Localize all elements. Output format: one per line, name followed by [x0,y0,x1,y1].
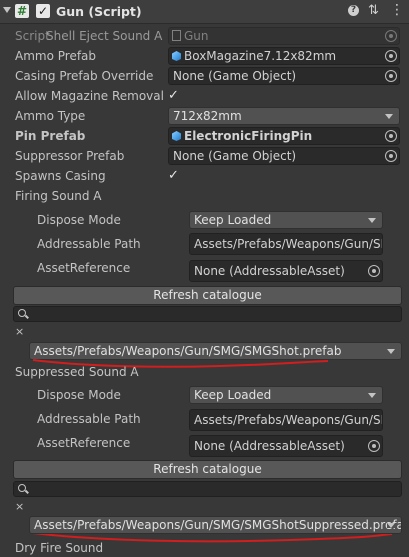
script-label: Script [15,29,50,43]
chevron-down-icon [368,218,376,223]
suppressor-prefab-label: Suppressor Prefab [15,149,125,163]
pin-prefab-field[interactable]: ElectronicFiringPin [168,127,400,145]
casing-prefab-label: Casing Prefab Override [15,69,154,83]
object-picker-icon[interactable] [385,130,397,142]
script-field: Gun [168,27,400,45]
firing-path-dropdown[interactable]: Assets/Prefabs/Weapons/Gun/SMG/SMGShot.p… [29,342,402,360]
firing-addressable-path-label: Addressable Path [37,237,141,251]
search-icon [18,309,26,317]
search-icon [18,484,26,492]
suppressed-dispose-mode-value: Keep Loaded [194,388,272,402]
chevron-down-icon [387,523,395,528]
firing-refresh-catalogue-button[interactable]: Refresh catalogue [13,286,402,305]
ammo-type-label: Ammo Type [15,109,86,123]
casing-prefab-value: None (Game Object) [173,69,297,83]
firing-dispose-mode-label: Dispose Mode [37,213,121,227]
ammo-prefab-value: BoxMagazine7.12x82mm [184,49,337,63]
firing-selected-path: Assets/Prefabs/Weapons/Gun/SMG/SMGShot.p… [34,344,342,358]
overlapping-label: Shell Eject Sound A [46,29,163,43]
object-picker-icon[interactable] [385,70,397,82]
suppressed-selected-path: Assets/Prefabs/Weapons/Gun/SMG/SMGShotSu… [34,518,402,532]
object-picker-icon [385,30,397,42]
prefab-cube-icon [172,51,181,61]
script-value: Gun [184,29,209,43]
firing-asset-reference-label: AssetReference [37,261,131,275]
firing-dispose-mode-value: Keep Loaded [194,213,272,227]
suppressed-addressable-path-label: Addressable Path [37,412,141,426]
firing-addressable-path-value: Assets/Prefabs/Weapons/Gun/SM [194,237,383,251]
asset-picker-icon[interactable] [368,265,380,277]
suppressed-close-icon[interactable]: × [15,500,24,514]
component-title: Gun (Script) [56,4,142,19]
suppressor-prefab-field[interactable]: None (Game Object) [168,147,400,165]
hash-icon: # [15,4,29,18]
suppressed-dispose-mode-label: Dispose Mode [37,388,121,402]
chevron-down-icon [368,393,376,398]
ammo-prefab-field[interactable]: BoxMagazine7.12x82mm [168,47,400,65]
object-picker-icon[interactable] [385,50,397,62]
suppressed-refresh-catalogue-button[interactable]: Refresh catalogue [13,460,402,479]
prefab-cube-icon [172,131,181,141]
firing-close-icon[interactable]: × [15,325,24,339]
suppressed-sound-section-label: Suppressed Sound A [15,365,139,379]
help-icon[interactable]: ? [348,5,359,16]
script-file-icon [172,30,181,41]
firing-sound-section-label: Firing Sound A [15,189,102,203]
object-picker-icon[interactable] [385,150,397,162]
firing-search-input[interactable] [13,306,402,322]
suppressed-asset-reference-label: AssetReference [37,436,131,450]
firing-dispose-mode-dropdown[interactable]: Keep Loaded [189,211,383,229]
firing-asset-reference-value: None (AddressableAsset) [194,264,345,278]
dry-fire-sound-label: Dry Fire Sound [15,541,104,555]
ammo-type-value: 712x82mm [173,109,242,123]
chevron-down-icon [387,349,395,354]
asset-picker-icon[interactable] [368,440,380,452]
sliders-icon[interactable]: ⇅ [368,3,379,18]
suppressed-asset-reference-field[interactable]: None (AddressableAsset) [189,435,383,457]
allow-magazine-removal-label: Allow Magazine Removal [15,89,164,103]
chevron-down-icon [385,114,393,119]
allow-magazine-removal-checkbox[interactable]: ✓ [168,89,182,103]
enabled-checkbox[interactable]: ✓ [36,4,50,18]
casing-prefab-field[interactable]: None (Game Object) [168,67,400,85]
ammo-prefab-label: Ammo Prefab [15,49,97,63]
firing-asset-reference-field[interactable]: None (AddressableAsset) [189,260,383,282]
suppressed-asset-reference-value: None (AddressableAsset) [194,439,345,453]
suppressed-dispose-mode-dropdown[interactable]: Keep Loaded [189,386,383,404]
collapse-arrow-icon[interactable] [3,7,11,13]
suppressed-path-dropdown[interactable]: Assets/Prefabs/Weapons/Gun/SMG/SMGShotSu… [29,516,402,534]
suppressor-prefab-value: None (Game Object) [173,149,297,163]
suppressed-addressable-path-input[interactable]: Assets/Prefabs/Weapons/Gun/SM [189,409,383,431]
suppressed-search-input[interactable] [13,481,402,497]
firing-addressable-path-input[interactable]: Assets/Prefabs/Weapons/Gun/SM [189,233,383,255]
pin-prefab-value: ElectronicFiringPin [184,129,313,143]
spawns-casing-label: Spawns Casing [15,169,106,183]
ammo-type-dropdown[interactable]: 712x82mm [168,107,400,125]
kebab-menu-icon[interactable]: ⋮ [390,2,404,18]
suppressed-addressable-path-value: Assets/Prefabs/Weapons/Gun/SM [194,413,383,427]
pin-prefab-label: Pin Prefab [15,129,86,143]
spawns-casing-checkbox[interactable]: ✓ [168,169,182,183]
